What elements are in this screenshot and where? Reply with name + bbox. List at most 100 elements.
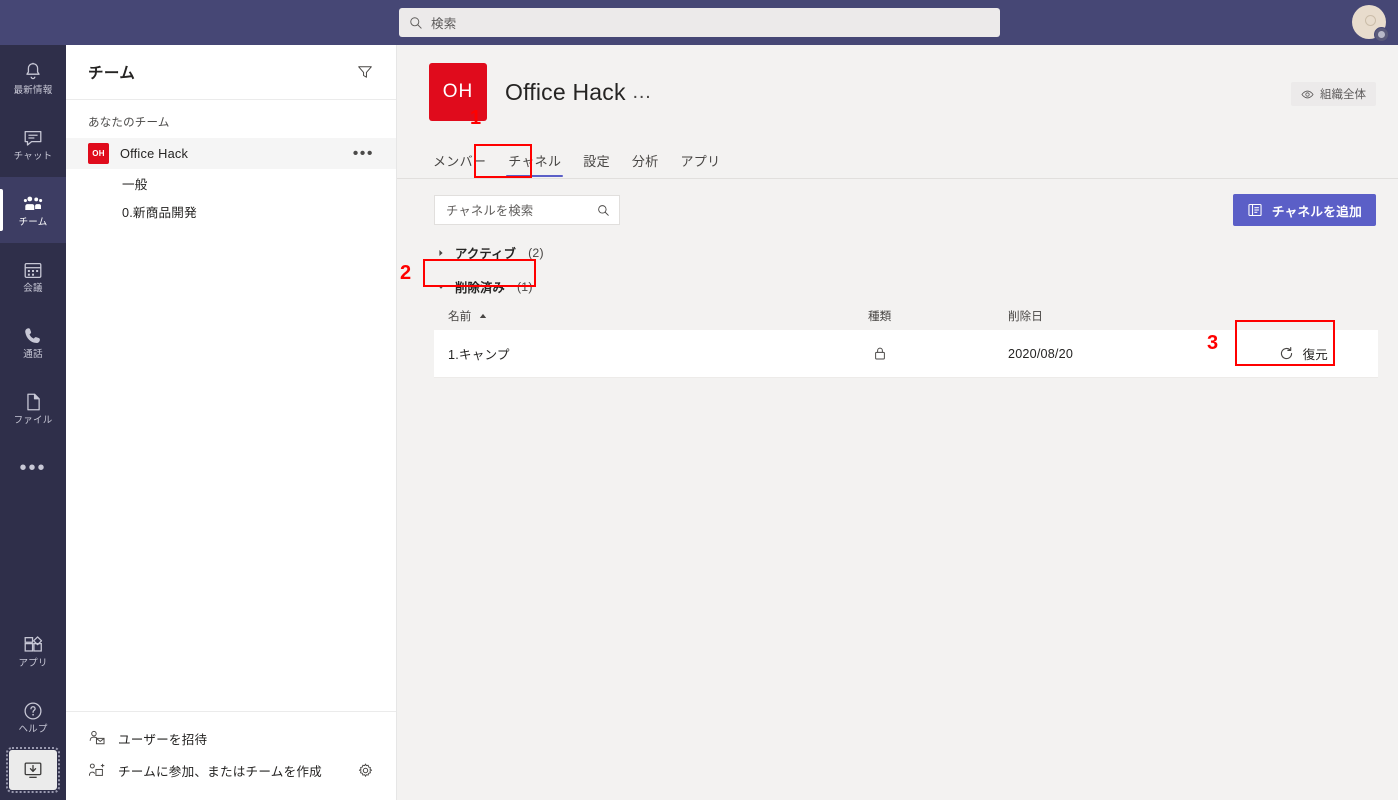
- teams-app-window: 検索 最新情報 チャット チーム 会議 通話 ファイル ••• アプリ ヘルプ …: [0, 0, 1398, 800]
- add-channel-button[interactable]: チャネルを追加: [1232, 194, 1376, 226]
- group-active[interactable]: アクティブ (2): [397, 238, 1398, 268]
- more-options-icon[interactable]: •••: [353, 145, 374, 161]
- rail-item-teams[interactable]: チーム: [0, 177, 66, 243]
- tab-settings[interactable]: 設定: [572, 151, 621, 178]
- invite-user-label: ユーザーを招待: [118, 732, 208, 747]
- sidebar-section-label: あなたのチーム: [88, 117, 170, 129]
- column-header-name-label: 名前: [448, 310, 472, 323]
- tab-channels[interactable]: チャネル: [497, 151, 572, 178]
- phone-icon: [25, 327, 40, 343]
- rail-item-help[interactable]: ヘルプ: [0, 684, 66, 750]
- sort-ascending-icon: [480, 313, 487, 318]
- group-deleted-label: 削除済み: [455, 281, 505, 295]
- channel-search-input[interactable]: チャネルを検索: [434, 195, 620, 225]
- search-icon: [410, 16, 422, 29]
- restore-button-label: 復元: [1302, 348, 1328, 362]
- top-bar: 検索: [0, 0, 1398, 45]
- deleted-channels-table: 名前 種類 削除日 1.キャンプ 2020/08/20 復元: [397, 302, 1398, 378]
- teams-icon: [23, 196, 43, 210]
- rail-item-chat[interactable]: チャット: [0, 111, 66, 177]
- table-header-row: 名前 種類 削除日: [434, 302, 1378, 330]
- channel-groups: アクティブ (2) 削除済み (1): [397, 238, 1398, 302]
- group-active-label: アクティブ: [455, 247, 517, 261]
- group-deleted[interactable]: 削除済み (1): [397, 272, 1398, 302]
- sidebar-channel-new-product[interactable]: 0.新商品開発: [66, 197, 396, 225]
- invite-user-icon: [89, 730, 105, 745]
- team-avatar-initials: OH: [88, 143, 109, 164]
- settings-gear-icon[interactable]: [357, 762, 374, 779]
- cell-channel-name: 1.キャンプ: [448, 348, 510, 362]
- invite-user-row[interactable]: ユーザーを招待: [66, 722, 396, 754]
- rail-label-help: ヘルプ: [18, 723, 48, 735]
- download-app-icon: [24, 762, 42, 778]
- rail-label-teams: チーム: [18, 216, 48, 228]
- sidebar-channel-general[interactable]: 一般: [66, 169, 396, 197]
- restore-icon: [1280, 346, 1292, 360]
- rail-label-activity: 最新情報: [13, 84, 53, 96]
- channel-toolbar: チャネルを検索 チャネルを追加: [397, 179, 1398, 226]
- sidebar-title: チーム: [88, 65, 136, 82]
- rail-label-apps: アプリ: [18, 657, 48, 669]
- join-create-team-icon: [88, 763, 105, 776]
- team-tabs: メンバー チャネル 設定 分析 アプリ: [397, 147, 1398, 179]
- team-hero-avatar: OH: [429, 63, 487, 121]
- presence-badge-icon: [1374, 27, 1389, 42]
- status-badge: 組織全体: [1291, 82, 1376, 106]
- global-search-placeholder: 検索: [431, 17, 457, 31]
- rail-item-files[interactable]: ファイル: [0, 375, 66, 441]
- avatar[interactable]: [1352, 5, 1389, 42]
- left-app-rail: 最新情報 チャット チーム 会議 通話 ファイル ••• アプリ ヘルプ: [0, 45, 66, 800]
- join-create-team-row[interactable]: チームに参加、またはチームを作成: [66, 754, 396, 786]
- org-badge-label: 組織全体: [1320, 89, 1366, 101]
- chevron-down-icon: [437, 285, 445, 289]
- sidebar-header: チーム: [66, 45, 396, 100]
- help-icon: [24, 701, 42, 720]
- restore-button[interactable]: 復元: [1269, 338, 1338, 369]
- team-hero: OH Office Hack …: [397, 63, 1398, 121]
- search-icon: [598, 204, 609, 216]
- add-channel-icon: [1248, 203, 1262, 217]
- tab-analytics[interactable]: 分析: [621, 151, 670, 178]
- chat-icon: [24, 130, 42, 146]
- cell-channel-kind: [868, 346, 1008, 361]
- rail-label-files: ファイル: [13, 414, 53, 426]
- join-create-team-label: チームに参加、またはチームを作成: [118, 764, 322, 779]
- rail-item-calendar[interactable]: 会議: [0, 243, 66, 309]
- table-row[interactable]: 1.キャンプ 2020/08/20 復元: [434, 330, 1378, 378]
- global-search-input[interactable]: 検索: [399, 8, 1000, 37]
- eye-icon: [1301, 90, 1314, 98]
- tab-members[interactable]: メンバー: [422, 151, 497, 178]
- group-active-count: (2): [528, 246, 544, 260]
- main-content: OH Office Hack … 組織全体 メンバー チャネル 設定 分析 アプ…: [397, 45, 1398, 800]
- team-title-more-icon[interactable]: …: [632, 81, 653, 104]
- filter-icon[interactable]: [356, 63, 374, 81]
- rail-label-calls: 通話: [23, 348, 43, 360]
- sidebar-team-office-hack[interactable]: OH Office Hack •••: [66, 138, 396, 169]
- tab-apps[interactable]: アプリ: [670, 151, 732, 178]
- teams-sidebar: チーム あなたのチーム OH Office Hack ••• 一般 0.新商品開…: [66, 45, 397, 800]
- column-header-name[interactable]: 名前: [448, 308, 868, 324]
- column-header-date: 削除日: [1008, 310, 1043, 323]
- add-channel-label: チャネルを追加: [1271, 204, 1362, 219]
- rail-item-activity[interactable]: 最新情報: [0, 45, 66, 111]
- cell-deleted-date: 2020/08/20: [1008, 346, 1074, 361]
- column-header-kind: 種類: [868, 310, 892, 323]
- file-icon: [27, 393, 40, 410]
- rail-label-calendar: 会議: [23, 282, 43, 294]
- chevron-right-icon: [439, 249, 443, 257]
- rail-bottom-group: アプリ ヘルプ: [0, 618, 66, 800]
- rail-label-chat: チャット: [13, 150, 53, 162]
- rail-item-apps[interactable]: アプリ: [0, 618, 66, 684]
- apps-icon: [24, 635, 43, 652]
- download-desktop-app-button[interactable]: [6, 747, 60, 793]
- page-title: Office Hack: [505, 78, 626, 105]
- channel-search-placeholder: チャネルを検索: [446, 204, 534, 218]
- cell-action: 復元: [1188, 338, 1378, 369]
- bell-icon: [26, 62, 40, 79]
- calendar-icon: [24, 262, 42, 278]
- sidebar-footer: ユーザーを招待 チームに参加、またはチームを作成: [66, 711, 396, 800]
- rail-item-calls[interactable]: 通話: [0, 309, 66, 375]
- rail-more-button[interactable]: •••: [0, 441, 66, 495]
- sidebar-team-name: Office Hack: [120, 146, 189, 161]
- team-header: OH Office Hack … 組織全体: [397, 45, 1398, 121]
